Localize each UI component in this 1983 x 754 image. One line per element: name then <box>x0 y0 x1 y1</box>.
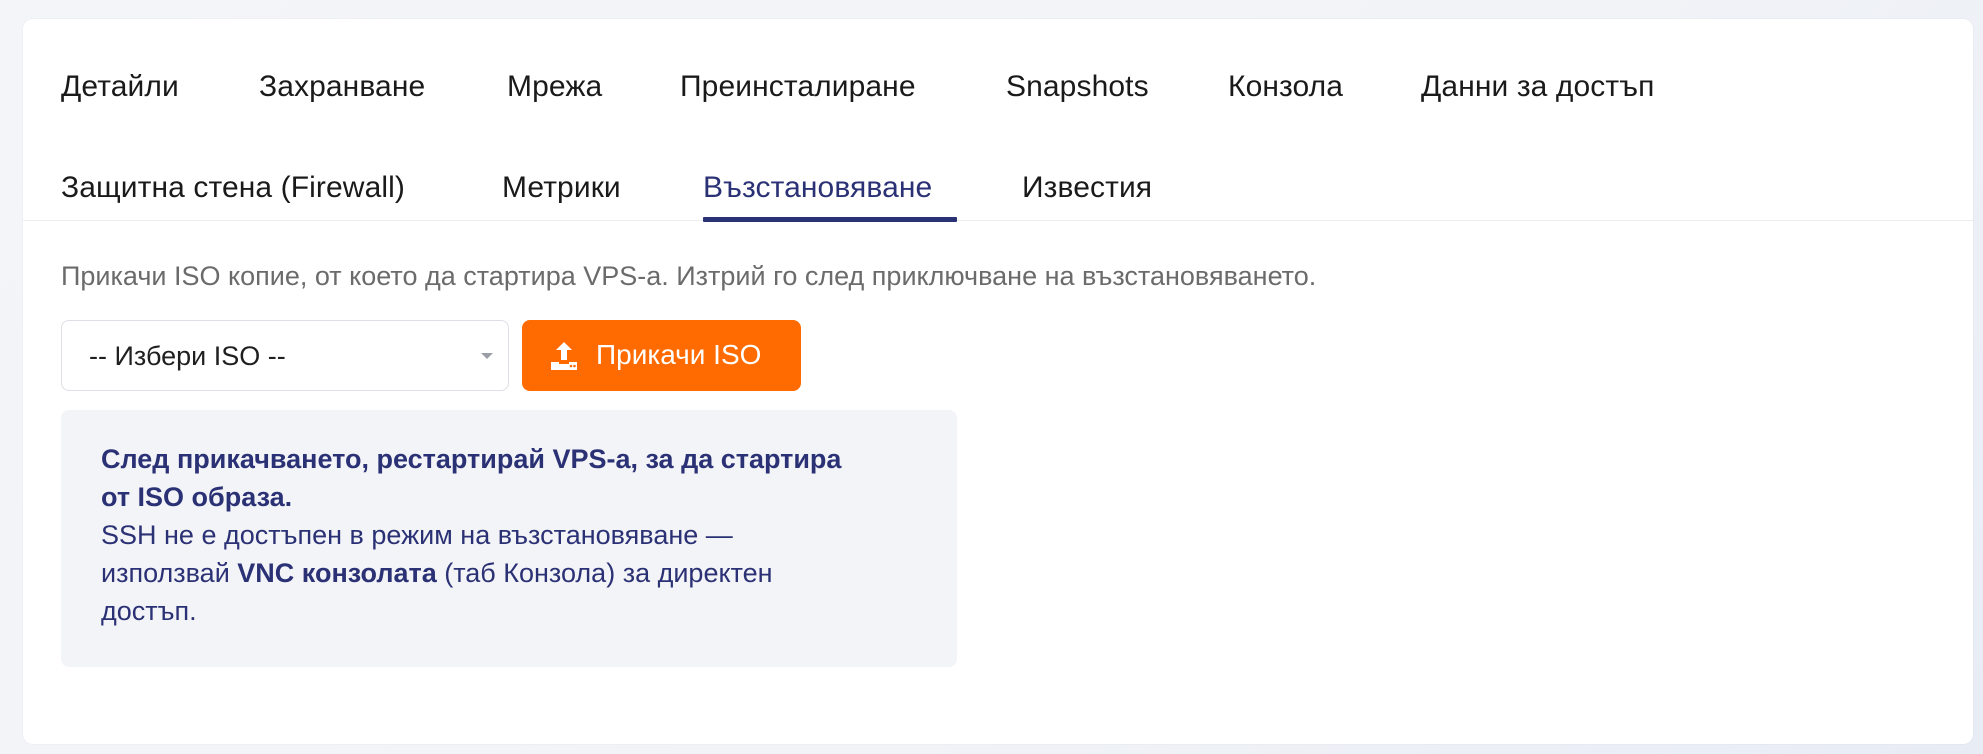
info-line-3: SSH не е достъпен в режим на възстановяв… <box>101 520 733 550</box>
tab-network[interactable]: Мрежа <box>507 69 602 105</box>
tab-power[interactable]: Захранване <box>259 69 425 105</box>
tab-snapshots[interactable]: Snapshots <box>1006 69 1149 105</box>
info-line-4-suffix: (таб Конзола) за директен <box>436 558 773 588</box>
tab-bar: Детайли Захранване Мрежа Преинсталиране … <box>23 19 1973 222</box>
tab-console[interactable]: Конзола <box>1228 69 1343 105</box>
caret-down-icon <box>481 353 493 359</box>
tab-firewall[interactable]: Защитна стена (Firewall) <box>61 170 405 206</box>
info-bold-line-2: от ISO образа. <box>101 482 293 512</box>
tab-reinstall[interactable]: Преинсталиране <box>680 69 916 105</box>
info-line-5: достъп. <box>101 596 197 626</box>
tab-metrics[interactable]: Метрики <box>502 170 621 206</box>
iso-select-value: -- Избери ISO -- <box>89 341 286 371</box>
tab-recovery[interactable]: Възстановяване <box>703 170 932 206</box>
active-tab-indicator <box>703 217 957 222</box>
recovery-info-box: След прикачването, рестартирай VPS-а, за… <box>61 410 957 667</box>
tab-details[interactable]: Детайли <box>61 69 179 105</box>
recovery-panel: Детайли Захранване Мрежа Преинсталиране … <box>23 19 1973 744</box>
recovery-description: Прикачи ISO копие, от което да стартира … <box>61 261 1317 291</box>
tab-access-data[interactable]: Данни за достъп <box>1421 69 1654 105</box>
info-line-4-prefix: използвай <box>101 558 238 588</box>
attach-iso-button[interactable]: Прикачи ISO <box>522 320 801 391</box>
info-line-4: използвай VNC конзолата (таб Конзола) за… <box>101 554 773 592</box>
iso-select[interactable]: -- Избери ISO -- <box>61 320 509 391</box>
vnc-console-emphasis: VNC конзолата <box>237 558 437 588</box>
info-bold-line-1: След прикачването, рестартирай VPS-а, за… <box>101 444 842 474</box>
upload-icon <box>551 342 577 370</box>
attach-iso-label: Прикачи ISO <box>596 339 762 370</box>
tab-notifications[interactable]: Известия <box>1022 170 1152 206</box>
